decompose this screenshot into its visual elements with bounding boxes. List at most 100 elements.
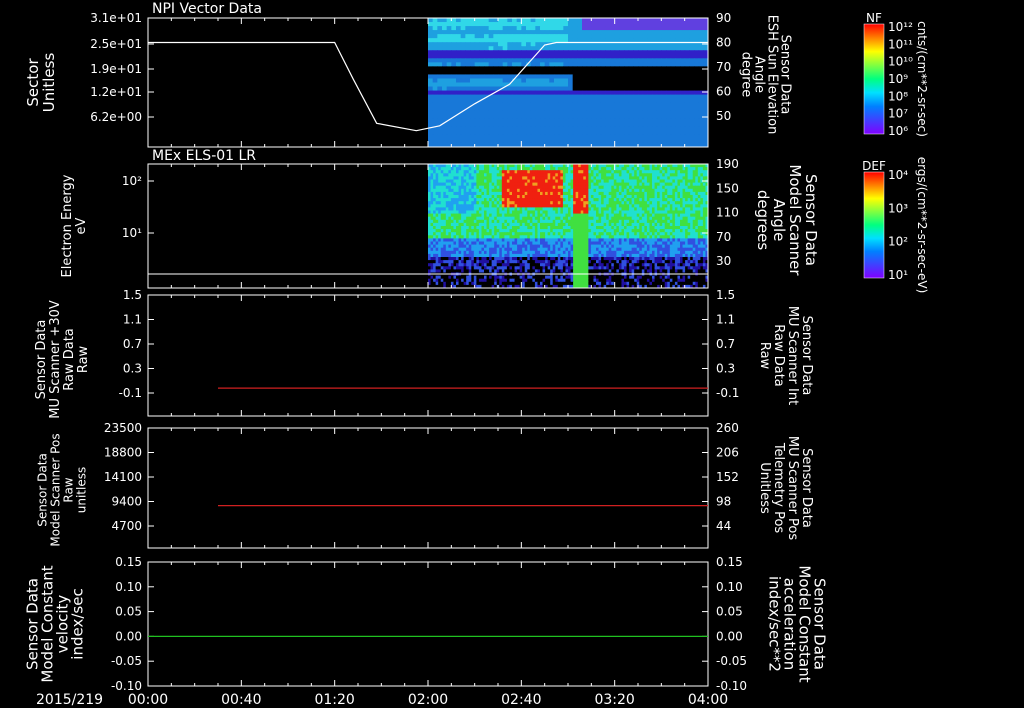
axis-label-line: Unitless bbox=[757, 462, 772, 514]
axis-label-line: Sensor Data bbox=[799, 316, 814, 396]
y-tick-label-right: 60 bbox=[716, 85, 731, 99]
colorbar-tick-label: 10¹¹ bbox=[888, 37, 913, 51]
colorbar-def bbox=[864, 172, 884, 278]
y-tick-label-right: 1.5 bbox=[716, 288, 735, 302]
y-tick-label-left: 0.7 bbox=[123, 337, 142, 351]
panel-2-left-label: Electron Energy eV bbox=[60, 174, 89, 277]
y-tick-label-right: 110 bbox=[716, 206, 739, 220]
axis-label-line: Model Scanner Pos bbox=[49, 433, 63, 546]
y-tick-label-left: 0.05 bbox=[115, 605, 142, 619]
y-tick-label-right: 90 bbox=[716, 11, 731, 25]
axis-label-line: index/sec**2 bbox=[766, 576, 784, 672]
axis-label-line: degree bbox=[739, 52, 754, 98]
panel-2-right-label: Sensor DataModel ScannerAngledegrees bbox=[754, 164, 820, 276]
axis-label-line: Sensor Data bbox=[799, 448, 814, 528]
colorbar-tick-label: 10⁴ bbox=[888, 168, 908, 182]
y-tick-label-right: 0.00 bbox=[716, 629, 743, 643]
axis-label-line: Raw bbox=[757, 342, 772, 370]
colorbar-def-units: ergs/(cm**2-sr-sec-eV) bbox=[915, 157, 929, 294]
axis-label-line: unitless bbox=[75, 467, 89, 513]
y-tick-label-right: 206 bbox=[716, 446, 739, 460]
axis-label-line: degrees bbox=[754, 190, 772, 251]
axis-label-line: Raw Data bbox=[771, 324, 786, 387]
axis-label-line: Sensor Data bbox=[36, 453, 50, 527]
y-tick-label-left: 18800 bbox=[104, 446, 142, 460]
y-tick-label-right: 150 bbox=[716, 181, 739, 195]
y-tick-label-left: 10² bbox=[122, 174, 142, 188]
npi-heatmap bbox=[428, 18, 709, 148]
axis-label-line: MU Scanner Int bbox=[785, 306, 800, 405]
y-tick-label-left: 9400 bbox=[111, 495, 142, 509]
colorbar-units-text: ergs/(cm**2-sr-sec-eV) bbox=[915, 157, 929, 294]
y-tick-label-right: 44 bbox=[716, 519, 731, 533]
panel-3-right-label: Sensor DataMU Scanner IntRaw DataRaw bbox=[757, 306, 814, 405]
y-tick-label-right: -0.10 bbox=[716, 679, 747, 693]
multi-panel-plot: 3.1e+01 2.5e+01 1.9e+01 1.2e+01 6.2e+00 90 80 7… bbox=[24, 1, 930, 708]
y-tick-label-right: 98 bbox=[716, 495, 731, 509]
axis-label-line: eV bbox=[74, 217, 89, 234]
y-tick-label-right: 0.10 bbox=[716, 580, 743, 594]
y-tick-label-left: -0.1 bbox=[119, 386, 142, 400]
time-tick-label: 01:20 bbox=[314, 692, 354, 708]
panel-2-title: MEx ELS-01 LR bbox=[152, 148, 256, 164]
time-tick-label: 00:00 bbox=[128, 692, 168, 708]
panel-1-right-label: Sensor DataESH Sun ElevationAngledegree bbox=[739, 15, 793, 135]
y-tick-label-right: 260 bbox=[716, 421, 739, 435]
axis-label-line: Raw bbox=[62, 477, 76, 502]
plot-window: 3.1e+01 2.5e+01 1.9e+01 1.2e+01 6.2e+00 90 80 7… bbox=[0, 0, 1024, 708]
panel-4-right-label: Sensor DataMU Scanner PosTelemetry PosUn… bbox=[757, 436, 814, 541]
axis-label-line: MU Scanner Pos bbox=[785, 436, 800, 541]
y-tick-label-right: 190 bbox=[716, 157, 739, 171]
date-label: 2015/219 bbox=[36, 692, 103, 708]
colorbar-tick-label: 10¹ bbox=[888, 268, 908, 282]
axis-label-line: Sensor Data bbox=[34, 320, 49, 400]
y-tick-label-right: 1.1 bbox=[716, 313, 735, 327]
colorbar-tick-label: 10¹² bbox=[888, 20, 913, 34]
y-tick-label-right: 152 bbox=[716, 470, 739, 484]
y-tick-label-left: 23500 bbox=[104, 421, 142, 435]
y-tick-label-left: 0.00 bbox=[115, 629, 142, 643]
y-tick-label-left: 3.1e+01 bbox=[90, 11, 142, 25]
colorbar-tick-label: 10² bbox=[888, 235, 908, 249]
panel-5-right-label: Sensor DataModel Constantaccelerationind… bbox=[766, 565, 829, 682]
y-tick-label-right: 0.15 bbox=[716, 555, 743, 569]
y-tick-label-right: 50 bbox=[716, 109, 731, 123]
y-tick-label-left: 0.15 bbox=[115, 555, 142, 569]
y-tick-label-right: 0.05 bbox=[716, 605, 743, 619]
time-tick-label: 04:00 bbox=[688, 692, 728, 708]
y-tick-label-left: 2.5e+01 bbox=[90, 37, 142, 51]
els-heatmap bbox=[428, 164, 709, 289]
panel-1-left-label: SectorUnitless bbox=[24, 53, 58, 113]
colorbar-nf-units: cnts/(cm**2-sr-sec) bbox=[915, 21, 929, 137]
y-tick-label-left: -0.05 bbox=[111, 654, 142, 668]
colorbar-tick-label: 10⁶ bbox=[888, 124, 908, 138]
y-tick-label-left: 0.10 bbox=[115, 580, 142, 594]
axis-label-line: Unitless bbox=[40, 53, 58, 113]
y-tick-label-right: -0.1 bbox=[716, 386, 739, 400]
time-tick-label: 00:40 bbox=[221, 692, 261, 708]
time-tick-label: 02:00 bbox=[408, 692, 448, 708]
y-tick-label-left: -0.10 bbox=[111, 679, 142, 693]
axis-label-line: Raw Data bbox=[62, 328, 77, 391]
panel-5-frame bbox=[147, 561, 709, 687]
colorbar-tick-label: 10⁷ bbox=[888, 107, 908, 121]
panel-3-frame bbox=[147, 294, 709, 417]
y-tick-label-right: -0.05 bbox=[716, 654, 747, 668]
y-tick-label-left: 6.2e+00 bbox=[90, 110, 142, 124]
y-tick-label-left: 10¹ bbox=[122, 226, 142, 240]
panel-3-left-label: Sensor Data MU Scanner +30V Raw Data Raw bbox=[34, 300, 91, 419]
axis-label-line: index/sec bbox=[69, 588, 87, 659]
colorbar-nf bbox=[864, 24, 884, 134]
y-tick-label-right: 70 bbox=[716, 230, 731, 244]
y-tick-label-left: 4700 bbox=[111, 519, 142, 533]
y-tick-label-right: 0.3 bbox=[716, 362, 735, 376]
panel-4-frame bbox=[147, 427, 709, 549]
y-tick-label-left: 1.2e+01 bbox=[90, 85, 142, 99]
time-tick-label: 02:40 bbox=[501, 692, 541, 708]
y-tick-label-left: 1.1 bbox=[123, 313, 142, 327]
panel-5-left-label: Sensor DataModel Constantvelocityindex/s… bbox=[24, 565, 87, 682]
colorbar-units-text: cnts/(cm**2-sr-sec) bbox=[915, 21, 929, 137]
colorbar-tick-label: 10³ bbox=[888, 201, 908, 215]
y-tick-label-right: 0.7 bbox=[716, 337, 735, 351]
axis-label-line: Telemetry Pos bbox=[771, 442, 786, 534]
